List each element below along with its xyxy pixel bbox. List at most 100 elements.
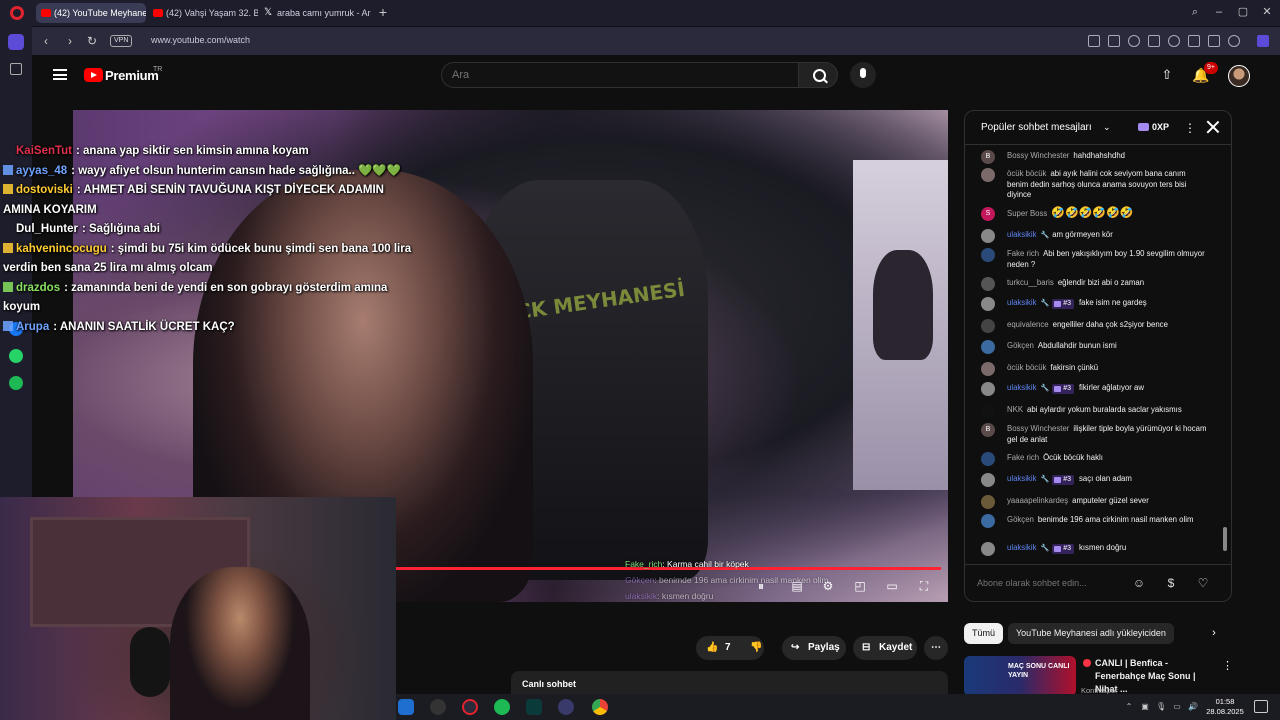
rec-thumbnail[interactable]: MAÇ SONU CANLI YAYIN	[964, 656, 1076, 696]
chat-avatar[interactable]	[981, 382, 995, 396]
notification-center-icon[interactable]	[1254, 700, 1268, 713]
chat-avatar[interactable]	[981, 340, 995, 354]
chat-username[interactable]: turkcu__baris	[1007, 278, 1054, 287]
shield-icon[interactable]	[1128, 35, 1140, 47]
back-button[interactable]: ‹	[38, 33, 54, 49]
chat-username[interactable]: yaaaapelinkardeş	[1007, 496, 1068, 505]
camera-icon[interactable]	[1108, 35, 1120, 47]
chat-username[interactable]: ulaksikik	[1007, 230, 1036, 239]
opera-logo-icon[interactable]	[10, 6, 24, 20]
more-actions-button[interactable]: ⋯	[924, 636, 948, 660]
youtube-brand[interactable]: Premium	[105, 68, 159, 83]
chat-message[interactable]: yaaaapelinkardeş amputeler güzel sever	[981, 495, 1207, 509]
chat-username[interactable]: ulaksikik	[1007, 383, 1036, 392]
chevron-right-icon[interactable]: ›	[1207, 626, 1221, 640]
chat-message[interactable]: equivalence engelliler daha çok s2şiyor b…	[981, 319, 1207, 333]
chevron-down-icon[interactable]: ⌄	[1103, 122, 1111, 133]
chat-username[interactable]: Fake rich	[1007, 453, 1039, 462]
search-box[interactable]	[441, 62, 799, 88]
chat-username[interactable]: öcük böcük	[1007, 363, 1046, 372]
spotify-taskbar-icon[interactable]	[494, 699, 510, 715]
clock[interactable]: 01:58 28.08.2025	[1204, 697, 1246, 717]
like-count[interactable]: 7	[725, 636, 731, 660]
download-icon[interactable]	[1188, 35, 1200, 47]
maximize-button[interactable]: ▢	[1235, 4, 1251, 20]
chat-username[interactable]: NKK	[1007, 405, 1023, 414]
chat-avatar[interactable]	[981, 297, 995, 311]
chat-username[interactable]: ulaksikik	[1007, 298, 1036, 307]
chat-message[interactable]: ulaksikik 🔧 am görmeyen kör	[981, 229, 1207, 243]
chat-avatar[interactable]	[981, 277, 995, 291]
emoji-icon[interactable]: ☺	[1131, 575, 1147, 591]
super-chat-icon[interactable]: $	[1163, 575, 1179, 591]
profile-icon[interactable]	[1228, 35, 1240, 47]
chat-username[interactable]: equivalence	[1007, 320, 1049, 329]
like-icon[interactable]: 👍	[706, 636, 718, 660]
tray-mic-icon[interactable]: 🎙	[1156, 701, 1166, 713]
url-text[interactable]: www.youtube.com/watch	[151, 35, 250, 45]
chat-username[interactable]: öcük böcük	[1007, 169, 1046, 178]
minimize-button[interactable]: –	[1211, 4, 1227, 20]
chip-all[interactable]: Tümü	[964, 623, 1004, 644]
chat-avatar[interactable]	[981, 229, 995, 243]
chat-message[interactable]: öcük böcük fakirsin çünkü	[981, 362, 1207, 376]
chat-message[interactable]: B Bossy Winchester hahdhahshdhd	[981, 150, 1207, 164]
chat-message[interactable]: Gökçen benimde 196 ama cirkinim nasil man…	[981, 514, 1207, 528]
vpn-badge[interactable]: VPN	[110, 35, 133, 47]
more-options-icon[interactable]: ⋮	[1184, 120, 1196, 136]
chat-avatar[interactable]: B	[981, 150, 995, 164]
tab-araba-cami[interactable]: 𝕏 araba camı yumruk - Arama	[259, 3, 371, 23]
heart-icon[interactable]	[1168, 35, 1180, 47]
avatar[interactable]	[1228, 65, 1250, 87]
chat-message[interactable]: ulaksikik 🔧 #3 kısmen doğru	[981, 542, 1207, 556]
chat-message[interactable]: turkcu__baris eğlendir bizi abi o zaman	[981, 277, 1207, 291]
tab-youtube-meyhanesi[interactable]: (42) YouTube Meyhanesi	[36, 3, 146, 23]
app2-icon[interactable]	[558, 699, 574, 715]
chat-username[interactable]: Super Boss	[1007, 209, 1047, 218]
chat-message[interactable]: Fake rich Öcük böcük haklı	[981, 452, 1207, 466]
outlook-icon[interactable]	[398, 699, 414, 715]
chat-avatar[interactable]	[981, 319, 995, 333]
chat-avatar[interactable]	[981, 248, 995, 262]
terminal-icon[interactable]	[526, 699, 542, 715]
rec-more-icon[interactable]: ⋮	[1222, 659, 1233, 673]
chat-avatar[interactable]	[981, 473, 995, 487]
chat-avatar[interactable]	[981, 362, 995, 376]
chat-message[interactable]: S Super Boss 🤣🤣🤣🤣🤣🤣	[981, 207, 1207, 221]
edit-icon[interactable]	[1088, 35, 1100, 47]
youtube-logo-icon[interactable]	[84, 68, 103, 82]
chat-username[interactable]: ulaksikik	[1007, 474, 1036, 483]
chat-avatar[interactable]	[981, 514, 995, 528]
forward-button[interactable]: ›	[62, 33, 78, 49]
chat-avatar[interactable]: S	[981, 207, 995, 221]
chat-avatar[interactable]	[981, 542, 995, 556]
upload-icon[interactable]: ⇧	[1160, 67, 1174, 83]
close-window-button[interactable]: ✕	[1259, 4, 1275, 20]
tab-search-icon[interactable]: ⌕	[1187, 4, 1203, 20]
hamburger-menu-icon[interactable]	[53, 69, 67, 80]
play-icon[interactable]	[1148, 35, 1160, 47]
chat-avatar[interactable]	[981, 404, 995, 418]
chat-username[interactable]: Bossy Winchester	[1007, 151, 1069, 160]
chat-avatar[interactable]	[981, 495, 995, 509]
whatsapp-icon[interactable]	[9, 349, 23, 363]
menu-icon[interactable]	[1208, 35, 1220, 47]
chat-message[interactable]: Gökçen Abdullahdir bunun ismi	[981, 340, 1207, 354]
dislike-icon[interactable]: 👎	[750, 636, 762, 660]
extension-icon[interactable]	[1257, 35, 1269, 47]
reload-button[interactable]: ↻	[84, 33, 100, 49]
tray-display-icon[interactable]: ▭	[1172, 701, 1182, 713]
chat-scrollbar[interactable]	[1223, 527, 1227, 551]
tray-chevron-icon[interactable]: ⌃	[1124, 701, 1134, 713]
chat-username[interactable]: ulaksikik	[1007, 543, 1036, 552]
chat-username[interactable]: Fake rich	[1007, 249, 1039, 258]
chat-message[interactable]: Fake rich Abi ben yakışıklıyım boy 1.90 s…	[981, 248, 1207, 270]
chat-message[interactable]: NKK abi aylardır yokum buralarda saclar y…	[981, 404, 1207, 418]
app-icon[interactable]	[430, 699, 446, 715]
heart-icon[interactable]: ♡	[1195, 575, 1211, 591]
spotify-icon[interactable]	[9, 376, 23, 390]
chat-mode-title[interactable]: Popüler sohbet mesajları	[981, 122, 1092, 133]
search-button[interactable]	[798, 62, 838, 88]
chat-message[interactable]: ulaksikik 🔧 #3 fake isim ne gardeş	[981, 297, 1207, 311]
chip-uploader[interactable]: YouTube Meyhanesi adlı yükleyiciden	[1008, 623, 1174, 644]
